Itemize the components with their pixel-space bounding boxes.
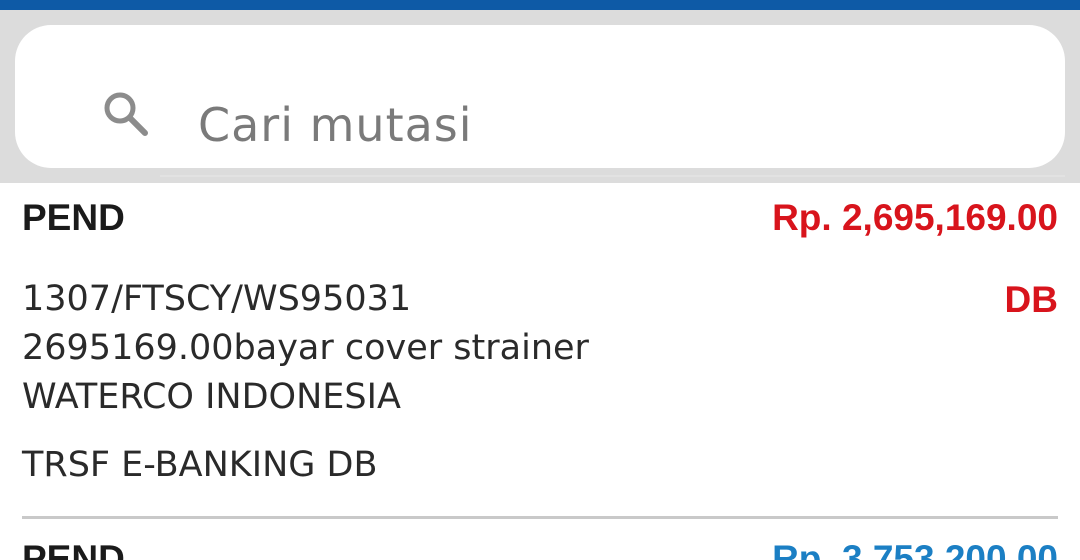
search-area	[0, 10, 1080, 183]
top-accent-bar	[0, 0, 1080, 10]
mutation-screen: PEND Rp. 2,695,169.00 1307/FTSCY/WS95031…	[0, 0, 1080, 560]
transaction-description-line: 1307/FTSCY/WS95031	[22, 279, 412, 319]
search-icon[interactable]	[97, 85, 153, 141]
next-transaction-amount: Rp. 3,753,200.00	[772, 538, 1058, 560]
transaction-item[interactable]: PEND Rp. 2,695,169.00 1307/FTSCY/WS95031…	[0, 183, 1080, 520]
transaction-type: DB	[1004, 279, 1058, 320]
transaction-amount: Rp. 2,695,169.00	[772, 197, 1058, 238]
transaction-channel: TRSF E-BANKING DB	[22, 445, 378, 485]
transaction-description-line: WATERCO INDONESIA	[22, 377, 401, 417]
search-input[interactable]	[198, 93, 1058, 157]
search-underline	[160, 175, 1065, 177]
next-transaction-status: PEND	[22, 538, 125, 560]
transaction-status: PEND	[22, 197, 125, 238]
transaction-divider	[22, 516, 1058, 519]
transaction-description-line: 2695169.00bayar cover strainer	[22, 328, 589, 368]
transaction-description: 1307/FTSCY/WS95031 2695169.00bayar cover…	[22, 275, 589, 422]
search-box[interactable]	[15, 25, 1065, 168]
